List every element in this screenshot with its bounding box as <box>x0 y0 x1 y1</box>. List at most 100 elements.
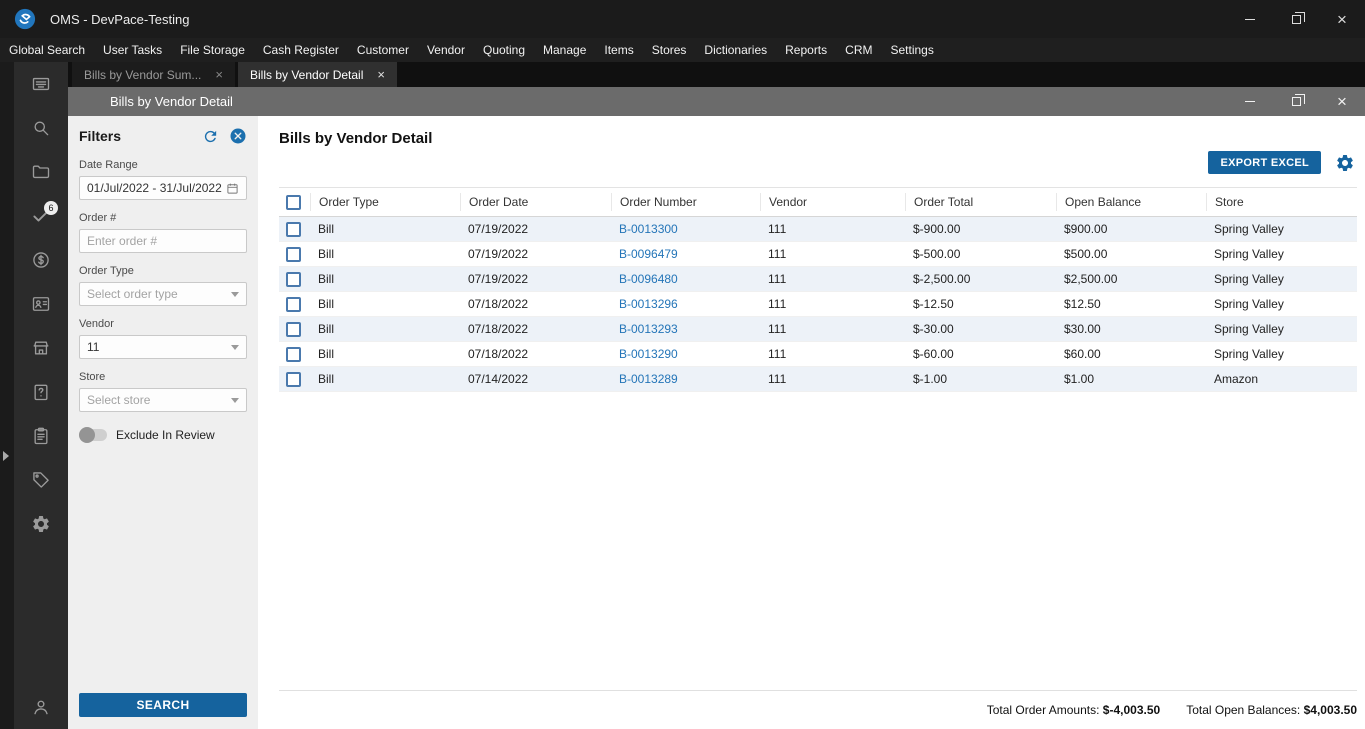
results-table: Order Type Order Date Order Number Vendor Or… <box>279 187 1357 392</box>
tag-icon[interactable] <box>31 470 51 490</box>
cell-store: Spring Valley <box>1214 322 1284 336</box>
store-placeholder: Select store <box>87 393 151 407</box>
cell-order-date: 07/19/2022 <box>468 222 529 236</box>
row-checkbox[interactable] <box>286 371 301 387</box>
inner-window-titlebar: Bills by Vendor Detail × <box>68 87 1365 116</box>
settings-icon[interactable] <box>31 514 51 534</box>
contacts-icon[interactable] <box>31 294 51 314</box>
row-checkbox[interactable] <box>286 296 301 312</box>
clipboard-list-icon[interactable] <box>31 426 51 446</box>
clipboard-question-icon[interactable] <box>31 382 51 402</box>
store-select[interactable]: Select store <box>79 388 247 412</box>
order-number-link[interactable]: B-0013300 <box>619 222 678 236</box>
cell-store: Spring Valley <box>1214 247 1284 261</box>
table-header: Order Type Order Date Order Number Vendor Or… <box>279 188 1357 217</box>
order-number-link[interactable]: B-0096480 <box>619 272 678 286</box>
row-checkbox[interactable] <box>286 346 301 362</box>
table-row: Bill 07/18/2022 B-0013296 111 $-12.50 $12.50 S… <box>279 292 1357 317</box>
minimize-icon[interactable] <box>1227 87 1273 116</box>
select-all-checkbox[interactable] <box>286 194 301 210</box>
cell-order-date: 07/14/2022 <box>468 372 529 386</box>
cell-store: Spring Valley <box>1214 347 1284 361</box>
cell-vendor: 111 <box>768 297 787 311</box>
date-range-input[interactable]: 01/Jul/2022 - 31/Jul/2022 <box>79 176 247 200</box>
vendor-select[interactable]: 11 <box>79 335 247 359</box>
close-icon[interactable]: × <box>1319 87 1365 116</box>
order-number-link[interactable]: B-0096479 <box>619 247 678 261</box>
menu-item-customer[interactable]: Customer <box>348 38 418 62</box>
calendar-icon[interactable] <box>226 182 239 195</box>
clear-filters-icon[interactable] <box>229 127 247 145</box>
currency-icon[interactable] <box>31 250 51 270</box>
tab-close-icon[interactable]: × <box>377 68 385 81</box>
order-number-link[interactable]: B-0013289 <box>619 372 678 386</box>
menu-item-cash-register[interactable]: Cash Register <box>254 38 348 62</box>
menu-item-stores[interactable]: Stores <box>643 38 696 62</box>
cell-vendor: 111 <box>768 247 787 261</box>
column-header-open-balance[interactable]: Open Balance <box>1056 193 1206 211</box>
store-label: Store <box>79 371 106 383</box>
order-number-link[interactable]: B-0013296 <box>619 297 678 311</box>
search-icon[interactable] <box>31 118 51 138</box>
row-checkbox[interactable] <box>286 321 301 337</box>
row-checkbox[interactable] <box>286 221 301 237</box>
cell-open-balance: $2,500.00 <box>1064 272 1118 286</box>
column-header-order-type[interactable]: Order Type <box>310 193 460 211</box>
column-header-order-total[interactable]: Order Total <box>905 193 1056 211</box>
tab-bills-by-vendor-summary[interactable]: Bills by Vendor Sum... × <box>72 62 235 87</box>
store-icon[interactable] <box>31 338 51 358</box>
table-row: Bill 07/18/2022 B-0013293 111 $-30.00 $30.00 S… <box>279 317 1357 342</box>
tab-bills-by-vendor-detail[interactable]: Bills by Vendor Detail × <box>237 62 397 87</box>
menu-item-file-storage[interactable]: File Storage <box>171 38 254 62</box>
cell-order-total: $-900.00 <box>913 222 961 236</box>
export-excel-button[interactable]: EXPORT EXCEL <box>1208 151 1321 174</box>
cell-order-number: B-0013289 <box>611 372 760 386</box>
expand-panel-arrow-icon[interactable] <box>3 451 9 461</box>
cell-store: Spring Valley <box>1214 222 1284 236</box>
column-header-vendor[interactable]: Vendor <box>760 193 905 211</box>
tasks-icon[interactable]: 6 <box>31 201 58 226</box>
folders-icon[interactable] <box>31 162 51 182</box>
menu-item-vendor[interactable]: Vendor <box>418 38 474 62</box>
order-number-input[interactable]: Enter order # <box>79 229 247 253</box>
cell-open-balance: $500.00 <box>1064 247 1108 261</box>
tab-close-icon[interactable]: × <box>215 68 223 81</box>
column-header-order-date[interactable]: Order Date <box>460 193 611 211</box>
row-checkbox-cell <box>279 346 310 362</box>
user-icon[interactable] <box>31 697 51 717</box>
order-type-select[interactable]: Select order type <box>79 282 247 306</box>
order-number-link[interactable]: B-0013293 <box>619 322 678 336</box>
menu-item-reports[interactable]: Reports <box>776 38 836 62</box>
minimize-icon[interactable] <box>1227 0 1273 38</box>
menu-item-quoting[interactable]: Quoting <box>474 38 534 62</box>
column-header-order-number[interactable]: Order Number <box>611 193 760 211</box>
column-header-store[interactable]: Store <box>1206 193 1357 211</box>
restore-icon[interactable] <box>1273 87 1319 116</box>
cell-order-total: $-1.00 <box>913 372 948 386</box>
menu-item-manage[interactable]: Manage <box>534 38 595 62</box>
dashboard-icon[interactable] <box>31 74 51 94</box>
menu-item-global-search[interactable]: Global Search <box>0 38 94 62</box>
app-window: OMS - DevPace-Testing × Global Search Use… <box>0 0 1365 729</box>
cell-open-balance: $900.00 <box>1064 222 1108 236</box>
grid-settings-gear-icon[interactable] <box>1335 153 1355 173</box>
exclude-in-review-toggle[interactable] <box>79 427 107 443</box>
row-checkbox[interactable] <box>286 246 301 262</box>
cell-order-total: $-30.00 <box>913 322 954 336</box>
refresh-icon[interactable] <box>202 128 219 145</box>
cell-vendor: 111 <box>768 347 787 361</box>
totals-bar: Total Order Amounts: $-4,003.50 Total Op… <box>279 690 1357 729</box>
close-icon[interactable]: × <box>1319 0 1365 38</box>
menu-item-user-tasks[interactable]: User Tasks <box>94 38 171 62</box>
row-checkbox[interactable] <box>286 271 301 287</box>
search-button[interactable]: SEARCH <box>79 693 247 717</box>
restore-icon[interactable] <box>1273 0 1319 38</box>
chevron-down-icon <box>231 397 239 403</box>
header-checkbox-cell <box>279 194 310 210</box>
menu-item-items[interactable]: Items <box>595 38 642 62</box>
menu-item-settings[interactable]: Settings <box>881 38 942 62</box>
order-number-link[interactable]: B-0013290 <box>619 347 678 361</box>
cell-open-balance: $12.50 <box>1064 297 1101 311</box>
menu-item-crm[interactable]: CRM <box>836 38 881 62</box>
menu-item-dictionaries[interactable]: Dictionaries <box>695 38 776 62</box>
